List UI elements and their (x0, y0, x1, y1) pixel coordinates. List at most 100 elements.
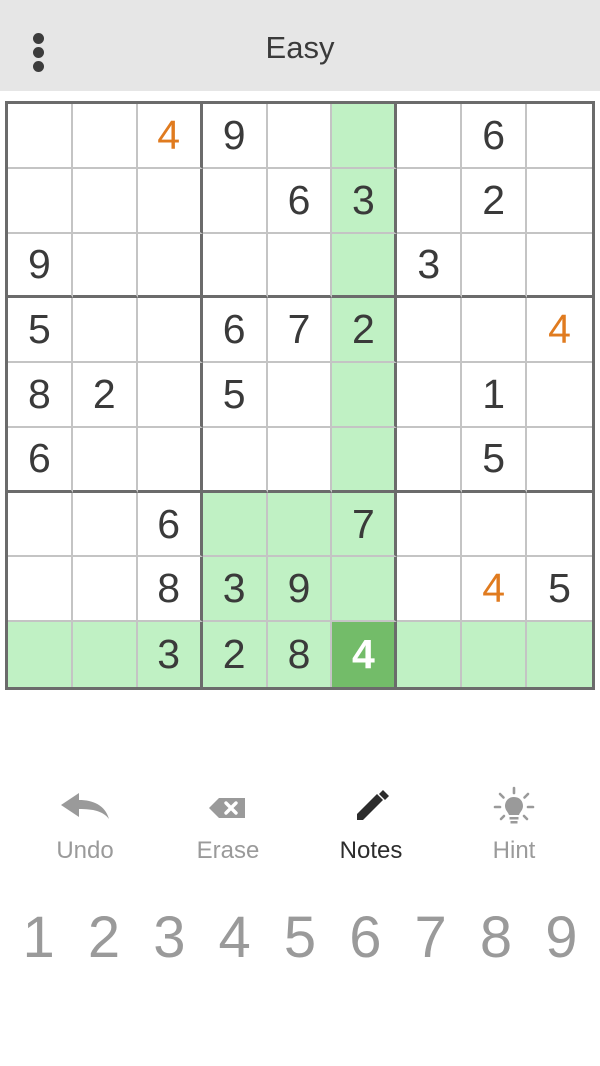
cell-r2-c5[interactable]: 6 (267, 168, 333, 234)
cell-r4-c3[interactable] (137, 298, 203, 364)
cell-r8-c1[interactable] (8, 557, 73, 623)
cell-r4-c7[interactable] (397, 298, 463, 364)
cell-r1-c8[interactable]: 6 (462, 104, 528, 169)
cell-r6-c3[interactable] (137, 427, 203, 493)
cell-r7-c6[interactable]: 7 (332, 492, 398, 558)
number-button-4[interactable]: 4 (202, 900, 267, 975)
cell-r3-c5[interactable] (267, 233, 333, 299)
cell-r5-c4[interactable]: 5 (202, 363, 268, 428)
cell-r1-c7[interactable] (397, 104, 463, 169)
cell-r5-c6[interactable] (332, 363, 398, 428)
cell-r6-c2[interactable] (72, 427, 138, 493)
cell-r3-c6[interactable] (332, 233, 398, 299)
cell-r1-c5[interactable] (267, 104, 333, 169)
number-button-6[interactable]: 6 (333, 900, 398, 975)
cell-r8-c8[interactable]: 4 (462, 557, 528, 623)
cell-r8-c7[interactable] (397, 557, 463, 623)
cell-r8-c4[interactable]: 3 (202, 557, 268, 623)
cell-r9-c9[interactable] (527, 622, 592, 687)
cell-r6-c9[interactable] (527, 427, 592, 493)
lightbulb-icon (493, 786, 535, 824)
cell-r1-c3[interactable]: 4 (137, 104, 203, 169)
cell-r3-c3[interactable] (137, 233, 203, 299)
cell-r5-c8[interactable]: 1 (462, 363, 528, 428)
cell-r6-c1[interactable]: 6 (8, 427, 73, 493)
cell-r2-c3[interactable] (137, 168, 203, 234)
cell-r6-c8[interactable]: 5 (462, 427, 528, 493)
cell-r2-c6[interactable]: 3 (332, 168, 398, 234)
undo-icon (61, 793, 109, 819)
cell-r7-c4[interactable] (202, 492, 268, 558)
cell-r7-c8[interactable] (462, 492, 528, 558)
number-button-3[interactable]: 3 (137, 900, 202, 975)
cell-r2-c4[interactable] (202, 168, 268, 234)
cell-r8-c5[interactable]: 9 (267, 557, 333, 623)
cell-r9-c7[interactable] (397, 622, 463, 687)
cell-r8-c6[interactable] (332, 557, 398, 623)
number-button-5[interactable]: 5 (267, 900, 332, 975)
toolbar: Undo Erase Notes Hint (0, 785, 600, 875)
cell-r7-c9[interactable] (527, 492, 592, 558)
cell-r3-c2[interactable] (72, 233, 138, 299)
cell-r9-c1[interactable] (8, 622, 73, 687)
cell-r5-c7[interactable] (397, 363, 463, 428)
notes-button[interactable]: Notes (301, 785, 441, 875)
cell-r1-c2[interactable] (72, 104, 138, 169)
cell-r6-c4[interactable] (202, 427, 268, 493)
cell-r7-c3[interactable]: 6 (137, 492, 203, 558)
number-button-7[interactable]: 7 (398, 900, 463, 975)
cell-r9-c2[interactable] (72, 622, 138, 687)
number-button-8[interactable]: 8 (463, 900, 528, 975)
pencil-icon (357, 790, 389, 820)
number-button-2[interactable]: 2 (71, 900, 136, 975)
cell-r7-c1[interactable] (8, 492, 73, 558)
cell-r3-c8[interactable] (462, 233, 528, 299)
cell-r2-c8[interactable]: 2 (462, 168, 528, 234)
cell-r4-c4[interactable]: 6 (202, 298, 268, 364)
cell-r2-c1[interactable] (8, 168, 73, 234)
cell-r6-c6[interactable] (332, 427, 398, 493)
cell-r1-c1[interactable] (8, 104, 73, 169)
cell-r9-c4[interactable]: 2 (202, 622, 268, 687)
cell-r4-c8[interactable] (462, 298, 528, 364)
cell-r1-c6[interactable] (332, 104, 398, 169)
number-button-9[interactable]: 9 (529, 900, 594, 975)
cell-r5-c3[interactable] (137, 363, 203, 428)
cell-r4-c5[interactable]: 7 (267, 298, 333, 364)
cell-r7-c2[interactable] (72, 492, 138, 558)
cell-r8-c9[interactable]: 5 (527, 557, 592, 623)
cell-r5-c1[interactable]: 8 (8, 363, 73, 428)
number-button-1[interactable]: 1 (6, 900, 71, 975)
difficulty-title: Easy (265, 30, 335, 65)
cell-r5-c5[interactable] (267, 363, 333, 428)
cell-r2-c7[interactable] (397, 168, 463, 234)
cell-r3-c7[interactable]: 3 (397, 233, 463, 299)
cell-r5-c2[interactable]: 2 (72, 363, 138, 428)
cell-r3-c9[interactable] (527, 233, 592, 299)
cell-r1-c9[interactable] (527, 104, 592, 169)
cell-r9-c6[interactable]: 4 (332, 622, 398, 687)
erase-icon (209, 798, 245, 818)
cell-r5-c9[interactable] (527, 363, 592, 428)
cell-r3-c1[interactable]: 9 (8, 233, 73, 299)
cell-r1-c4[interactable]: 9 (202, 104, 268, 169)
erase-button[interactable]: Erase (158, 785, 298, 875)
cell-r8-c3[interactable]: 8 (137, 557, 203, 623)
cell-r2-c9[interactable] (527, 168, 592, 234)
cell-r4-c2[interactable] (72, 298, 138, 364)
hint-button[interactable]: Hint (444, 785, 584, 875)
cell-r4-c9[interactable]: 4 (527, 298, 592, 364)
undo-button[interactable]: Undo (15, 785, 155, 875)
cell-r7-c5[interactable] (267, 492, 333, 558)
cell-r8-c2[interactable] (72, 557, 138, 623)
cell-r6-c7[interactable] (397, 427, 463, 493)
cell-r9-c5[interactable]: 8 (267, 622, 333, 687)
cell-r9-c8[interactable] (462, 622, 528, 687)
cell-r6-c5[interactable] (267, 427, 333, 493)
cell-r3-c4[interactable] (202, 233, 268, 299)
cell-r9-c3[interactable]: 3 (137, 622, 203, 687)
cell-r4-c6[interactable]: 2 (332, 298, 398, 364)
cell-r2-c2[interactable] (72, 168, 138, 234)
cell-r4-c1[interactable]: 5 (8, 298, 73, 364)
cell-r7-c7[interactable] (397, 492, 463, 558)
